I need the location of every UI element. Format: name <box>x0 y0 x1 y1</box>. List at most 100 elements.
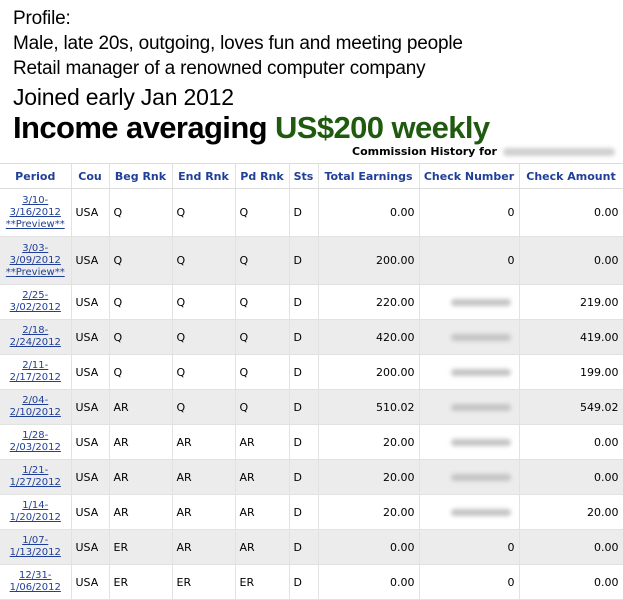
profile-occupation: Retail manager of a renowned computer co… <box>13 58 426 79</box>
period-link[interactable]: 1/14- 1/20/2012 <box>10 500 61 523</box>
preview-label: **Preview** <box>5 218 65 230</box>
total-earnings-cell: 20.00 <box>318 494 420 530</box>
period-start: 3/03- <box>22 242 49 254</box>
col-header-pd-rank: Pd Rnk <box>235 163 290 189</box>
period-end: 2/24/2012 <box>9 337 61 348</box>
period-start: 1/07- <box>22 535 49 546</box>
period-link[interactable]: 2/04- 2/10/2012 <box>10 395 61 418</box>
check-number-cell: 0 <box>419 564 520 600</box>
col-header-total-earnings: Total Earnings <box>318 163 420 189</box>
status-cell: D <box>289 459 319 495</box>
check-number-cell <box>419 284 520 320</box>
period-link[interactable]: 2/25- 3/02/2012 <box>10 290 61 313</box>
country-cell: USA <box>71 459 110 495</box>
end-rank-cell: Q <box>172 188 236 237</box>
profile-section: Profile: Male, late 20s, outgoing, loves… <box>13 6 613 145</box>
check-number-cell: 0 <box>419 529 520 565</box>
profile-description: Male, late 20s, outgoing, loves fun and … <box>13 33 463 54</box>
period-link[interactable]: 2/11- 2/17/2012 <box>10 360 61 383</box>
pd-rank-cell: Q <box>235 389 290 425</box>
pd-rank-cell: AR <box>235 459 290 495</box>
period-cell: 12/31- 1/06/2012 <box>0 564 72 600</box>
profile-joined: Joined early Jan 2012 <box>13 84 234 110</box>
period-start: 1/21- <box>22 465 49 476</box>
beg-rank-cell: Q <box>109 354 173 390</box>
pd-rank-cell: Q <box>235 188 290 237</box>
country-cell: USA <box>71 389 110 425</box>
pd-rank-cell: Q <box>235 236 290 285</box>
commission-history-title: Commission History for <box>352 145 615 158</box>
period-link[interactable]: 12/31- 1/06/2012 <box>10 570 61 593</box>
table-row: 3/10- 3/16/2012 **Preview** USA Q Q Q D 0.00 0 0.0… <box>0 188 623 237</box>
period-cell: 2/04- 2/10/2012 <box>0 389 72 425</box>
end-rank-cell: Q <box>172 389 236 425</box>
period-link[interactable]: 3/10- 3/16/2012 **Preview** <box>6 195 65 230</box>
col-header-check-number: Check Number <box>419 163 520 189</box>
period-start: 2/25- <box>22 290 49 301</box>
period-link[interactable]: 1/28- 2/03/2012 <box>10 430 61 453</box>
income-amount: US$200 weekly <box>275 110 490 145</box>
redacted-check-number <box>450 474 511 481</box>
beg-rank-cell: Q <box>109 284 173 320</box>
end-rank-cell: AR <box>172 424 236 460</box>
check-amount-cell: 0.00 <box>519 529 623 565</box>
end-rank-cell: Q <box>172 236 236 285</box>
check-amount-cell: 0.00 <box>519 459 623 495</box>
period-end: 2/10/2012 <box>9 407 61 418</box>
check-amount-cell: 0.00 <box>519 236 623 285</box>
country-cell: USA <box>71 319 110 355</box>
commission-history-label: Commission History for <box>352 145 497 158</box>
beg-rank-cell: AR <box>109 459 173 495</box>
period-start: 12/31- <box>19 570 52 581</box>
status-cell: D <box>289 236 319 285</box>
beg-rank-cell: AR <box>109 424 173 460</box>
period-end: 2/17/2012 <box>9 372 61 383</box>
period-cell: 1/07- 1/13/2012 <box>0 529 72 565</box>
status-cell: D <box>289 319 319 355</box>
beg-rank-cell: ER <box>109 529 173 565</box>
country-cell: USA <box>71 354 110 390</box>
check-number-cell <box>419 494 520 530</box>
beg-rank-cell: Q <box>109 236 173 285</box>
beg-rank-cell: AR <box>109 494 173 530</box>
period-start: 3/10- <box>22 194 49 206</box>
check-number-cell <box>419 424 520 460</box>
commission-history-table: Period Cou Beg Rnk End Rnk Pd Rnk Sts To… <box>0 163 623 600</box>
total-earnings-cell: 220.00 <box>318 284 420 320</box>
pd-rank-cell: Q <box>235 354 290 390</box>
beg-rank-cell: AR <box>109 389 173 425</box>
status-cell: D <box>289 494 319 530</box>
period-link[interactable]: 2/18- 2/24/2012 <box>10 325 61 348</box>
pd-rank-cell: AR <box>235 529 290 565</box>
period-end: 1/27/2012 <box>9 477 61 488</box>
check-number-cell <box>419 354 520 390</box>
period-end: 1/06/2012 <box>9 582 61 593</box>
redacted-check-number <box>450 369 511 376</box>
table-row: 1/21- 1/27/2012 USA AR AR AR D 20.00 0.00 <box>0 459 623 495</box>
pd-rank-cell: ER <box>235 564 290 600</box>
check-amount-cell: 20.00 <box>519 494 623 530</box>
country-cell: USA <box>71 494 110 530</box>
period-link[interactable]: 1/21- 1/27/2012 <box>10 465 61 488</box>
table-row: 3/03- 3/09/2012 **Preview** USA Q Q Q D 200.00 0 0… <box>0 236 623 285</box>
country-cell: USA <box>71 424 110 460</box>
table-row: 2/25- 3/02/2012 USA Q Q Q D 220.00 219.00 <box>0 284 623 320</box>
pd-rank-cell: Q <box>235 284 290 320</box>
period-link[interactable]: 3/03- 3/09/2012 **Preview** <box>6 243 65 278</box>
col-header-status: Sts <box>289 163 319 189</box>
end-rank-cell: AR <box>172 459 236 495</box>
end-rank-cell: ER <box>172 564 236 600</box>
status-cell: D <box>289 284 319 320</box>
redacted-check-number <box>450 439 511 446</box>
col-header-period: Period <box>0 163 72 189</box>
end-rank-cell: Q <box>172 319 236 355</box>
country-cell: USA <box>71 236 110 285</box>
end-rank-cell: AR <box>172 529 236 565</box>
period-cell: 3/10- 3/16/2012 **Preview** <box>0 188 72 237</box>
period-link[interactable]: 1/07- 1/13/2012 <box>10 535 61 558</box>
check-amount-cell: 419.00 <box>519 319 623 355</box>
total-earnings-cell: 20.00 <box>318 459 420 495</box>
end-rank-cell: Q <box>172 354 236 390</box>
period-start: 2/18- <box>22 325 49 336</box>
status-cell: D <box>289 354 319 390</box>
